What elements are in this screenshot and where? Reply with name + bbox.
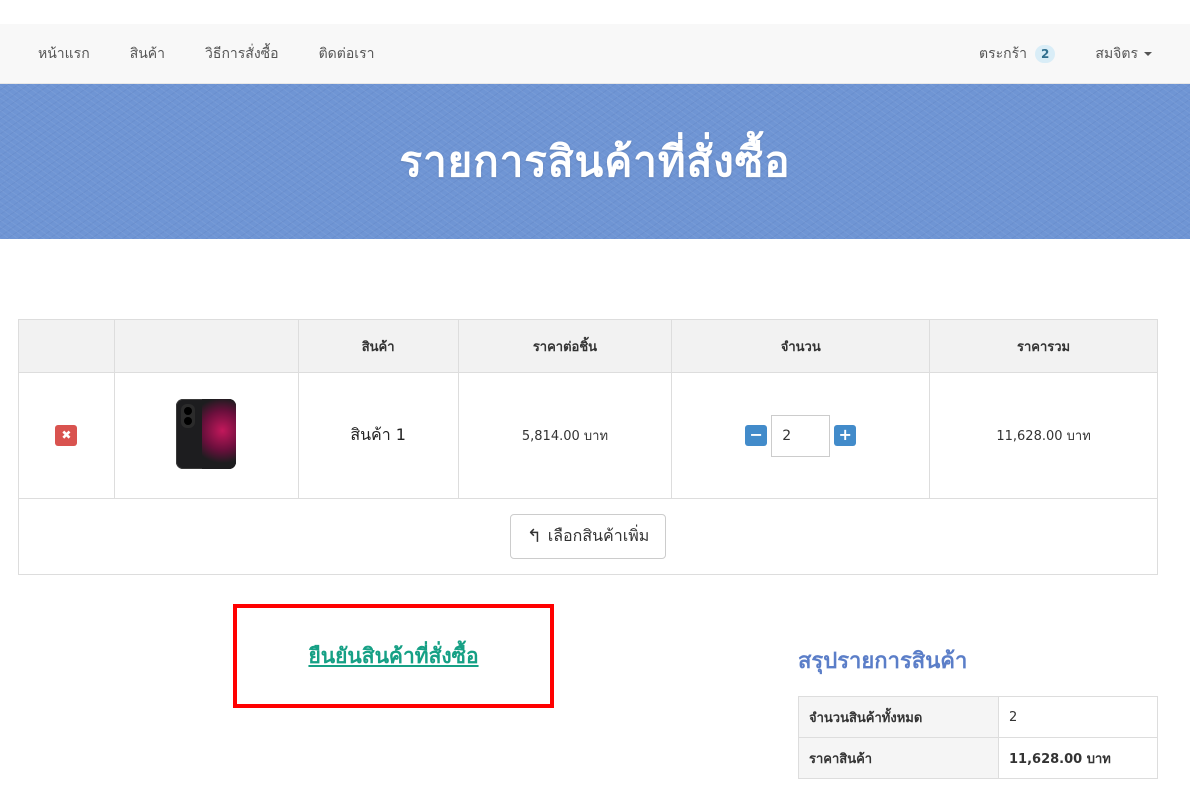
top-navbar: หน้าแรก สินค้า วิธีการสั่งซื้อ ติดต่อเรา… [0, 24, 1190, 84]
minus-icon: − [749, 425, 763, 444]
product-image [176, 398, 237, 469]
header-product: สินค้า [297, 319, 459, 373]
nav-products[interactable]: สินค้า [110, 43, 185, 65]
continue-shopping-button[interactable]: ↰ เลือกสินค้าเพิ่ม [509, 514, 667, 559]
row-total: 11,628.00 บาท [929, 372, 1158, 499]
caret-down-icon [1144, 52, 1152, 56]
cart-table: สินค้า ราคาต่อชิ้น จำนวน ราคารวม ✖ สินค้… [18, 319, 1158, 575]
user-menu-toggle[interactable]: สมจิตร [1075, 43, 1172, 65]
increase-quantity-button[interactable]: + [834, 425, 857, 446]
quantity-stepper: − + [745, 414, 857, 457]
cart-header-row: สินค้า ราคาต่อชิ้น จำนวน ราคารวม [18, 319, 1158, 373]
page-banner: รายการสินค้าที่สั่งซื้อ [0, 84, 1190, 239]
nav-menu: หน้าแรก สินค้า วิธีการสั่งซื้อ ติดต่อเรา [18, 24, 394, 84]
header-remove [18, 319, 115, 373]
table-row: ราคาสินค้า 11,628.00 บาท [798, 737, 1158, 779]
decrease-quantity-button[interactable]: − [745, 425, 768, 446]
summary-title: สรุปรายการสินค้า [798, 649, 968, 674]
page-title: รายการสินค้าที่สั่งซื้อ [399, 136, 791, 186]
remove-item-button[interactable]: ✖ [55, 425, 78, 446]
plus-icon: + [838, 425, 852, 444]
nav-home[interactable]: หน้าแรก [18, 43, 110, 65]
cart-actions-row: ↰ เลือกสินค้าเพิ่ม [18, 498, 1158, 575]
summary-quantity-label: จำนวนสินค้าทั้งหมด [798, 696, 999, 738]
nav-cart[interactable]: ตระกร้า 2 [959, 43, 1075, 65]
table-row: ✖ สินค้า 1 5,814.00 บาท − + 11,628.00 บา… [18, 372, 1158, 499]
header-image [113, 319, 299, 373]
table-row: จำนวนสินค้าทั้งหมด 2 [798, 696, 1158, 738]
reply-arrow-icon: ↰ [526, 526, 542, 547]
header-unit-price: ราคาต่อชิ้น [457, 319, 673, 373]
header-total: ราคารวม [929, 319, 1158, 373]
nav-cart-label: ตระกร้า [979, 46, 1028, 62]
nav-how-to-order[interactable]: วิธีการสั่งซื้อ [185, 43, 299, 65]
summary-price-value: 11,628.00 บาท [998, 737, 1158, 779]
nav-right: ตระกร้า 2 สมจิตร [959, 24, 1172, 84]
confirm-highlight-box: ยืนยันสินค้าที่สั่งซื้อ [233, 604, 554, 708]
unit-price: 5,814.00 บาท [457, 372, 673, 499]
confirm-order-link[interactable]: ยืนยันสินค้าที่สั่งซื้อ [308, 640, 478, 673]
quantity-input[interactable] [771, 414, 831, 457]
product-name: สินค้า 1 [350, 425, 406, 444]
summary-table: จำนวนสินค้าทั้งหมด 2 ราคาสินค้า 11,628.0… [798, 696, 1158, 779]
summary-price-label: ราคาสินค้า [798, 737, 999, 779]
summary-quantity-value: 2 [998, 696, 1158, 738]
nav-contact[interactable]: ติดต่อเรา [299, 43, 395, 65]
continue-shopping-label: เลือกสินค้าเพิ่ม [547, 526, 650, 545]
user-name: สมจิตร [1095, 46, 1138, 62]
times-icon: ✖ [61, 428, 72, 442]
header-quantity: จำนวน [671, 319, 931, 373]
cart-count-badge: 2 [1035, 45, 1056, 63]
